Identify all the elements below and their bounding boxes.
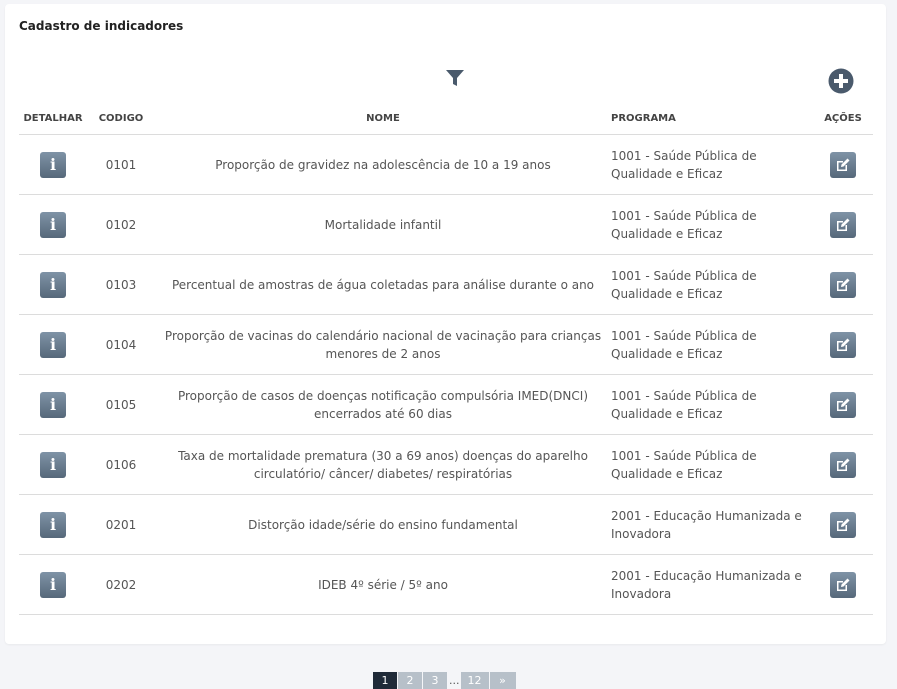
detail-cell: i	[19, 314, 87, 375]
indicators-table: DETALHAR CODIGO NOME PROGRAMA AÇÕES i 010…	[19, 102, 873, 615]
header-codigo: CODIGO	[87, 102, 155, 135]
codigo-cell: 0103	[87, 254, 155, 315]
edit-button[interactable]	[830, 271, 856, 298]
edit-button[interactable]	[830, 451, 856, 478]
edit-icon	[837, 578, 850, 591]
detail-button[interactable]: i	[40, 391, 66, 418]
programa-cell: 1001 - Saúde Pública de Qualidade e Efic…	[611, 194, 813, 255]
pagination-ellipsis: ...	[449, 674, 460, 687]
indicators-card: Cadastro de indicadores DETALHAR CODIGO …	[5, 4, 886, 644]
page-next-button[interactable]: »	[489, 672, 516, 689]
detail-cell: i	[19, 374, 87, 435]
codigo-cell: 0104	[87, 314, 155, 375]
card-title: Cadastro de indicadores	[19, 19, 184, 33]
edit-icon	[837, 158, 850, 171]
edit-icon	[837, 458, 850, 471]
detail-button[interactable]: i	[40, 211, 66, 238]
nome-cell: Taxa de mortalidade prematura (30 a 69 a…	[155, 434, 611, 495]
table-row: i 0106 Taxa de mortalidade prematura (30 a…	[19, 434, 873, 495]
table-row: i 0201 Distorção idade/série do ensino fun…	[19, 494, 873, 555]
detail-cell: i	[19, 554, 87, 615]
page-button-3[interactable]: 3	[423, 672, 447, 689]
table-row: i 0101 Proporção de gravidez na adolescênc…	[19, 134, 873, 195]
nome-cell: Proporção de casos de doenças notificaçã…	[155, 374, 611, 435]
actions-cell	[813, 194, 873, 255]
pagination: 1 2 3... 12»	[373, 672, 517, 689]
edit-button[interactable]	[830, 151, 856, 178]
actions-cell	[813, 134, 873, 195]
info-icon: i	[49, 334, 57, 354]
info-icon: i	[49, 514, 57, 534]
edit-button[interactable]	[830, 511, 856, 538]
info-icon: i	[49, 454, 57, 474]
codigo-cell: 0101	[87, 134, 155, 195]
edit-icon	[837, 398, 850, 411]
header-detalhar: DETALHAR	[19, 102, 87, 135]
filter-icon[interactable]	[445, 68, 465, 88]
edit-icon	[837, 218, 850, 231]
table-row: i 0102 Mortalidade infantil 1001 - Saúde Pú…	[19, 194, 873, 255]
programa-cell: 1001 - Saúde Pública de Qualidade e Efic…	[611, 374, 813, 435]
detail-cell: i	[19, 134, 87, 195]
edit-icon	[837, 278, 850, 291]
info-icon: i	[49, 574, 57, 594]
header-nome: NOME	[155, 102, 611, 135]
nome-cell: Proporção de gravidez na adolescência de…	[155, 134, 611, 195]
actions-cell	[813, 314, 873, 375]
info-icon: i	[49, 214, 57, 234]
programa-cell: 1001 - Saúde Pública de Qualidade e Efic…	[611, 314, 813, 375]
table-row: i 0202 IDEB 4º série / 5º ano 2001 - Educaç…	[19, 554, 873, 615]
detail-button[interactable]: i	[40, 151, 66, 178]
actions-cell	[813, 494, 873, 555]
edit-button[interactable]	[830, 211, 856, 238]
actions-cell	[813, 434, 873, 495]
codigo-cell: 0102	[87, 194, 155, 255]
detail-button[interactable]: i	[40, 271, 66, 298]
programa-cell: 1001 - Saúde Pública de Qualidade e Efic…	[611, 434, 813, 495]
info-icon: i	[49, 394, 57, 414]
info-icon: i	[49, 274, 57, 294]
detail-button[interactable]: i	[40, 571, 66, 598]
programa-cell: 2001 - Educação Humanizada e Inovadora	[611, 494, 813, 555]
codigo-cell: 0106	[87, 434, 155, 495]
nome-cell: Proporção de vacinas do calendário nacio…	[155, 314, 611, 375]
table-row: i 0105 Proporção de casos de doenças notif…	[19, 374, 873, 435]
codigo-cell: 0202	[87, 554, 155, 615]
codigo-cell: 0201	[87, 494, 155, 555]
info-icon: i	[49, 154, 57, 174]
programa-cell: 1001 - Saúde Pública de Qualidade e Efic…	[611, 134, 813, 195]
detail-cell: i	[19, 434, 87, 495]
table-row: i 0104 Proporção de vacinas do calendário …	[19, 314, 873, 375]
programa-cell: 1001 - Saúde Pública de Qualidade e Efic…	[611, 254, 813, 315]
actions-cell	[813, 374, 873, 435]
add-plus-icon[interactable]	[828, 68, 854, 94]
edit-button[interactable]	[830, 391, 856, 418]
detail-button[interactable]: i	[40, 331, 66, 358]
detail-cell: i	[19, 494, 87, 555]
header-acoes: AÇÕES	[813, 102, 873, 135]
page-button-2[interactable]: 2	[398, 672, 422, 689]
page-button-last[interactable]: 12	[460, 672, 489, 689]
table-header-row: DETALHAR CODIGO NOME PROGRAMA AÇÕES	[19, 102, 873, 135]
table-row: i 0103 Percentual de amostras de água cole…	[19, 254, 873, 315]
programa-cell: 2001 - Educação Humanizada e Inovadora	[611, 554, 813, 615]
edit-icon	[837, 518, 850, 531]
detail-cell: i	[19, 254, 87, 315]
detail-button[interactable]: i	[40, 451, 66, 478]
detail-button[interactable]: i	[40, 511, 66, 538]
nome-cell: Mortalidade infantil	[155, 194, 611, 255]
actions-cell	[813, 254, 873, 315]
detail-cell: i	[19, 194, 87, 255]
edit-button[interactable]	[830, 331, 856, 358]
nome-cell: IDEB 4º série / 5º ano	[155, 554, 611, 615]
actions-cell	[813, 554, 873, 615]
edit-icon	[837, 338, 850, 351]
edit-button[interactable]	[830, 571, 856, 598]
nome-cell: Distorção idade/série do ensino fundamen…	[155, 494, 611, 555]
header-programa: PROGRAMA	[611, 102, 813, 135]
codigo-cell: 0105	[87, 374, 155, 435]
page-button-1[interactable]: 1	[373, 672, 397, 689]
nome-cell: Percentual de amostras de água coletadas…	[155, 254, 611, 315]
